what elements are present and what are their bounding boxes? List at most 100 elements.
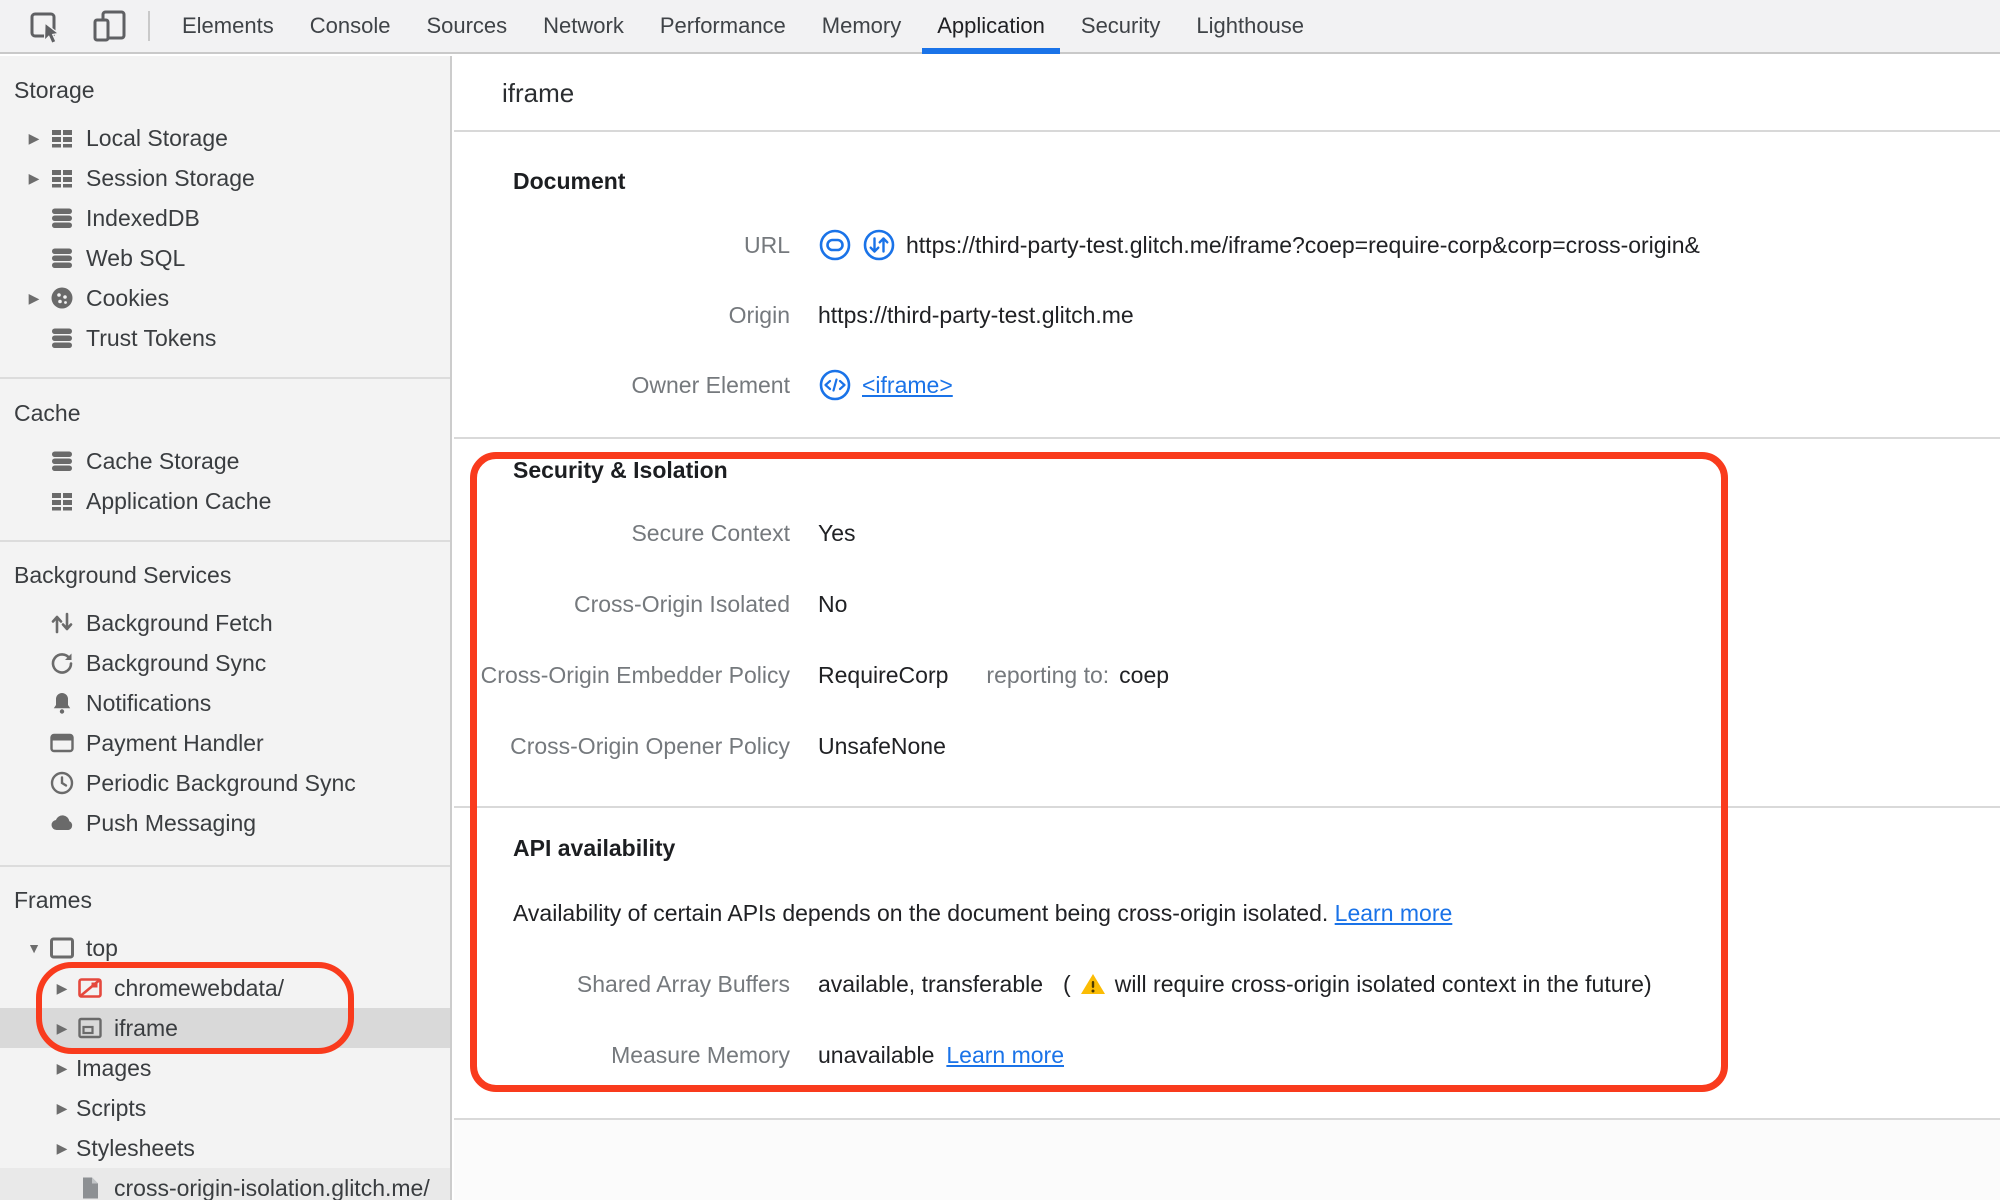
origin-value: https://third-party-test.glitch.me <box>818 301 1134 328</box>
security-section-heading: Security & Isolation <box>513 456 728 483</box>
show-network-requests-icon[interactable] <box>862 228 896 262</box>
sidebar-item-trust-tokens[interactable]: Trust Tokens <box>0 318 450 358</box>
code-icon[interactable] <box>818 368 852 402</box>
document-section-heading: Document <box>513 167 626 194</box>
table-icon <box>52 170 72 188</box>
sidebar-item-background-fetch[interactable]: Background Fetch <box>0 603 450 643</box>
sidebar-item-periodic-background-sync[interactable]: Periodic Background Sync <box>0 763 450 803</box>
page-title: iframe <box>454 56 2000 132</box>
inspect-element-icon[interactable] <box>26 6 66 46</box>
tab-lighthouse[interactable]: Lighthouse <box>1178 0 1322 52</box>
api-section-heading: API availability <box>513 834 676 861</box>
sidebar-item-stylesheets[interactable]: ▶ Stylesheets <box>0 1128 450 1168</box>
secure-context-value: Yes <box>818 519 856 546</box>
tab-performance[interactable]: Performance <box>642 0 804 52</box>
sidebar-item-payment-handler[interactable]: Payment Handler <box>0 723 450 763</box>
section-title-background-services: Background Services <box>14 561 232 588</box>
sidebar-item-scripts[interactable]: ▶ Scripts <box>0 1088 450 1128</box>
sidebar-item-background-sync[interactable]: Background Sync <box>0 643 450 683</box>
device-toolbar-icon[interactable] <box>90 6 130 46</box>
tab-network[interactable]: Network <box>525 0 642 52</box>
bell-icon <box>53 693 71 714</box>
sidebar-item-images[interactable]: ▶ Images <box>0 1048 450 1088</box>
sidebar-item-cookies[interactable]: ▶ Cookies <box>0 278 450 318</box>
fetch-arrows-icon <box>51 612 73 634</box>
frame-error-icon <box>78 978 102 998</box>
api-learn-more-link[interactable]: Learn more <box>1335 900 1453 927</box>
database-icon <box>52 328 72 348</box>
table-icon <box>52 130 72 148</box>
sab-warning-note: ( will require cross-origin isolated con… <box>1063 970 1652 997</box>
document-icon <box>83 1177 98 1199</box>
sidebar-section-frames: Frames ▼ top ▶ chromewebdata/ ▶ iframe ▶… <box>0 880 450 1200</box>
url-label: URL <box>743 231 790 258</box>
chevron-right-icon[interactable]: ▶ <box>52 1100 72 1117</box>
chevron-right-icon[interactable]: ▶ <box>24 170 44 187</box>
empty-area <box>454 1120 2000 1200</box>
warning-icon <box>1080 974 1105 994</box>
sidebar-item-frame-iframe[interactable]: ▶ iframe <box>0 1008 450 1048</box>
tab-memory[interactable]: Memory <box>804 0 919 52</box>
chevron-right-icon[interactable]: ▶ <box>52 1060 72 1077</box>
cross-origin-isolated-value: No <box>818 590 848 617</box>
table-icon <box>52 493 72 511</box>
chevron-right-icon[interactable]: ▶ <box>52 1140 72 1157</box>
sidebar-item-cache-storage[interactable]: Cache Storage <box>0 441 450 481</box>
origin-label: Origin <box>728 301 790 328</box>
sidebar-item-local-storage[interactable]: ▶ Local Storage <box>0 118 450 158</box>
card-icon <box>50 733 74 753</box>
url-row: URL https://third-party-test.glitch.me/i… <box>454 210 2000 280</box>
sidebar-item-cross-origin-isolation[interactable]: cross-origin-isolation.glitch.me/ <box>0 1168 450 1200</box>
sidebar-item-push-messaging[interactable]: Push Messaging <box>0 803 450 843</box>
measure-memory-learn-more-link[interactable]: Learn more <box>946 1042 1064 1069</box>
measure-memory-row: Measure Memory unavailable Learn more <box>611 1041 1064 1069</box>
shared-array-buffers-row: Shared Array Buffers available, transfer… <box>576 970 1652 997</box>
tab-console[interactable]: Console <box>292 0 409 52</box>
sidebar-divider <box>0 865 450 867</box>
sidebar-item-indexeddb[interactable]: IndexedDB <box>0 198 450 238</box>
sidebar-item-frame-top[interactable]: ▼ top <box>0 928 450 968</box>
sidebar-divider <box>0 540 450 542</box>
devtools-tabbar: Elements Console Sources Network Perform… <box>0 0 2000 54</box>
window-icon <box>50 937 74 959</box>
section-divider <box>454 806 2000 808</box>
application-sidebar: Storage ▶ Local Storage ▶ Session Storag… <box>0 56 452 1200</box>
coep-row: Cross-Origin Embedder Policy RequireCorp… <box>480 661 1170 688</box>
sidebar-item-notifications[interactable]: Notifications <box>0 683 450 723</box>
database-icon <box>52 248 72 268</box>
chevron-right-icon[interactable]: ▶ <box>52 1020 72 1037</box>
measure-memory-value: unavailable <box>818 1041 935 1068</box>
section-title-frames: Frames <box>14 886 92 913</box>
section-title-cache: Cache <box>14 399 81 426</box>
origin-row: Origin https://third-party-test.glitch.m… <box>454 280 2000 350</box>
owner-element-row: Owner Element <iframe> <box>454 350 2000 420</box>
section-title-storage: Storage <box>14 76 95 103</box>
toolbar-buttons <box>0 0 130 52</box>
frame-details-panel: iframe Document URL https://third-party-… <box>454 56 2000 1200</box>
tab-application[interactable]: Application <box>919 0 1063 54</box>
sab-value: available, transferable <box>818 970 1044 997</box>
database-icon <box>52 208 72 228</box>
coep-value: RequireCorp <box>818 661 949 688</box>
sidebar-item-web-sql[interactable]: Web SQL <box>0 238 450 278</box>
reveal-resource-icon[interactable] <box>818 228 852 262</box>
sidebar-section-cache: Cache Cache Storage Application Cache <box>0 393 450 521</box>
tab-elements[interactable]: Elements <box>164 0 292 52</box>
coep-reporting-label: reporting to: <box>986 661 1110 688</box>
sync-icon <box>51 653 73 674</box>
sidebar-item-application-cache[interactable]: Application Cache <box>0 481 450 521</box>
sidebar-section-storage: Storage ▶ Local Storage ▶ Session Storag… <box>0 70 450 358</box>
cloud-icon <box>51 815 73 830</box>
chevron-down-icon[interactable]: ▼ <box>24 940 44 956</box>
sidebar-divider <box>0 377 450 379</box>
url-value: https://third-party-test.glitch.me/ifram… <box>906 231 1700 258</box>
sidebar-section-background-services: Background Services Background Fetch Bac… <box>0 555 450 843</box>
owner-element-link[interactable]: <iframe> <box>862 372 953 399</box>
chevron-right-icon[interactable]: ▶ <box>52 980 72 997</box>
sidebar-item-session-storage[interactable]: ▶ Session Storage <box>0 158 450 198</box>
tab-security[interactable]: Security <box>1063 0 1178 52</box>
sidebar-item-frame-chromewebdata[interactable]: ▶ chromewebdata/ <box>0 968 450 1008</box>
chevron-right-icon[interactable]: ▶ <box>24 130 44 147</box>
chevron-right-icon[interactable]: ▶ <box>24 290 44 307</box>
tab-sources[interactable]: Sources <box>408 0 525 52</box>
